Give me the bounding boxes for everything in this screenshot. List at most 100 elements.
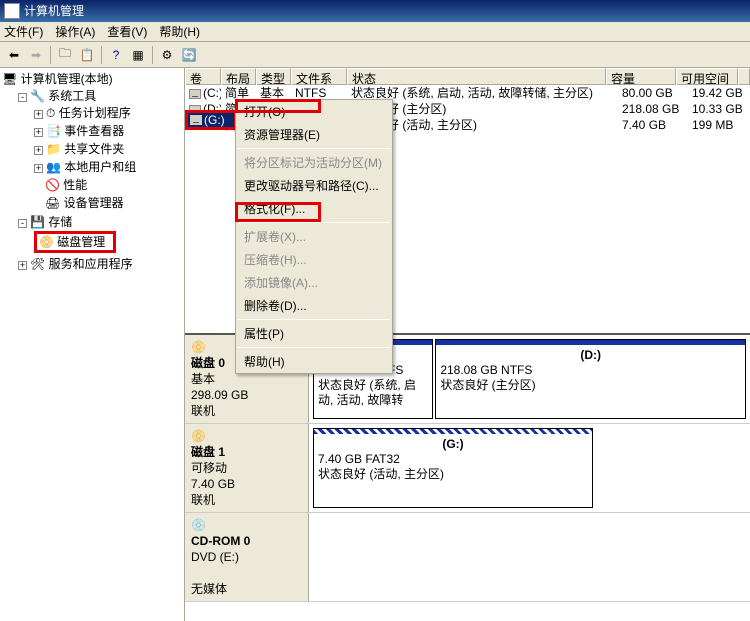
toolbar-sep xyxy=(152,46,153,64)
vol-drive: (G:) xyxy=(204,113,225,127)
disk-size: 298.09 GB xyxy=(191,388,248,402)
list-icon[interactable]: ▦ xyxy=(128,45,148,65)
collapse-icon[interactable]: - xyxy=(18,219,27,228)
tree-label: 本地用户和组 xyxy=(64,160,136,174)
tree-services[interactable]: +🛠 服务和应用程序 xyxy=(18,255,184,273)
props-icon[interactable]: 📋 xyxy=(77,45,97,65)
disk-icon xyxy=(189,89,201,99)
vol-free: 10.33 GB xyxy=(688,101,750,117)
disk-size: 7.40 GB xyxy=(191,477,235,491)
vol-cap: 80.00 GB xyxy=(618,85,688,101)
disk-type: 基本 xyxy=(191,372,215,386)
part-label: (D:) xyxy=(440,348,741,363)
tree-root[interactable]: 🖥 计算机管理(本地) -🔧 系统工具 +⏱ 任务计划程序 +📑 事件查看器 +… xyxy=(2,70,184,274)
tree-tasksched[interactable]: +⏱ 任务计划程序 xyxy=(34,104,184,122)
part-info: 218.08 GB NTFS xyxy=(440,363,741,378)
disk-pane: 📀 磁盘 0 基本 298.09 GB 联机 (C:) 80.00 GB NTF… xyxy=(185,333,750,621)
part-status: 状态良好 (主分区) xyxy=(440,378,741,393)
disk-row: 📀 磁盘 1 可移动 7.40 GB 联机 (G:) 7.40 GB FAT32… xyxy=(185,424,750,513)
expand-icon[interactable]: + xyxy=(18,261,27,270)
ctx-help[interactable]: 帮助(H) xyxy=(236,350,392,373)
vol-free: 19.42 GB xyxy=(688,85,750,101)
col-free[interactable]: 可用空间 xyxy=(676,68,738,85)
col-status[interactable]: 状态 xyxy=(347,68,606,85)
disk-state: 无媒体 xyxy=(191,582,227,596)
tree-shared[interactable]: +📁 共享文件夹 xyxy=(34,140,184,158)
expand-icon[interactable]: + xyxy=(34,164,43,173)
ctx-shrink: 压缩卷(H)... xyxy=(236,248,392,271)
ctx-sep xyxy=(238,148,390,149)
expand-icon[interactable]: + xyxy=(34,146,43,155)
partition-g[interactable]: (G:) 7.40 GB FAT32 状态良好 (活动, 主分区) xyxy=(313,428,593,508)
tree-perf[interactable]: 🚫 性能 xyxy=(34,176,184,194)
ctx-delete[interactable]: 删除卷(D)... xyxy=(236,294,392,317)
part-status: 状态良好 (活动, 主分区) xyxy=(318,467,588,482)
tree-devmgr[interactable]: 🖨 设备管理器 xyxy=(34,194,184,212)
collapse-icon[interactable]: - xyxy=(18,93,27,102)
disk-state: 联机 xyxy=(191,493,215,507)
selected-volume-g[interactable]: (G:) xyxy=(185,110,237,130)
col-layout[interactable]: 布局 xyxy=(221,68,256,85)
partition-d[interactable]: (D:) 218.08 GB NTFS 状态良好 (主分区) xyxy=(435,339,746,419)
tree-systools[interactable]: -🔧 系统工具 +⏱ 任务计划程序 +📑 事件查看器 +📁 共享文件夹 +👥 本… xyxy=(18,87,184,213)
tree-label: 性能 xyxy=(63,178,87,192)
col-extra[interactable] xyxy=(738,68,750,85)
ctx-explorer[interactable]: 资源管理器(E) xyxy=(236,123,392,146)
tree-label: 磁盘管理 xyxy=(57,235,105,249)
tree-label: 事件查看器 xyxy=(64,124,124,138)
tree-storage[interactable]: -💾 存储 📀 磁盘管理 xyxy=(18,213,184,255)
ctx-sep xyxy=(238,347,390,348)
menu-view[interactable]: 查看(V) xyxy=(107,23,147,40)
expand-icon[interactable]: + xyxy=(34,110,43,119)
refresh-icon[interactable]: 🔄 xyxy=(179,45,199,65)
tree-label: 共享文件夹 xyxy=(64,142,124,156)
tree-eventviewer[interactable]: +📑 事件查看器 xyxy=(34,122,184,140)
vol-drive: (C:) xyxy=(185,85,221,101)
col-cap[interactable]: 容量 xyxy=(606,68,676,85)
disk-title: 磁盘 1 xyxy=(191,444,302,460)
ctx-format[interactable]: 格式化(F)... xyxy=(236,197,392,220)
menu-file[interactable]: 文件(F) xyxy=(4,23,43,40)
disk-icon: 📀 xyxy=(191,429,206,443)
toolbar-sep xyxy=(101,46,102,64)
disk-type: 可移动 xyxy=(191,461,227,475)
disk-info[interactable]: 💿 CD-ROM 0 DVD (E:) 无媒体 xyxy=(185,513,309,601)
tree-label: 任务计划程序 xyxy=(59,106,131,120)
ctx-open[interactable]: 打开(O) xyxy=(236,100,392,123)
col-fs[interactable]: 文件系统 xyxy=(291,68,347,85)
menu-bar: 文件(F) 操作(A) 查看(V) 帮助(H) xyxy=(0,22,750,42)
fwd-icon[interactable]: ➡ xyxy=(26,45,46,65)
settings-icon[interactable]: ⚙ xyxy=(157,45,177,65)
app-icon xyxy=(4,3,20,19)
expand-icon[interactable]: + xyxy=(34,128,43,137)
menu-help[interactable]: 帮助(H) xyxy=(159,23,200,40)
col-volume[interactable]: 卷 xyxy=(185,68,221,85)
tree-label: 服务和应用程序 xyxy=(49,257,133,271)
part-topbar xyxy=(314,429,592,434)
disk-info[interactable]: 📀 磁盘 1 可移动 7.40 GB 联机 xyxy=(185,424,309,512)
toolbar-sep xyxy=(50,46,51,64)
vol-cap: 7.40 GB xyxy=(618,117,688,133)
col-type[interactable]: 类型 xyxy=(256,68,291,85)
back-icon[interactable]: ⬅ xyxy=(4,45,24,65)
menu-action[interactable]: 操作(A) xyxy=(55,23,95,40)
disk-parts xyxy=(309,513,750,601)
title-bar: 计算机管理 xyxy=(0,0,750,22)
disk-state: 联机 xyxy=(191,404,215,418)
vol-cap: 218.08 GB xyxy=(618,101,688,117)
ctx-props[interactable]: 属性(P) xyxy=(236,322,392,345)
window-title: 计算机管理 xyxy=(24,0,84,22)
up-icon[interactable]: 🗀 xyxy=(55,45,75,65)
tree-diskmgmt[interactable]: 📀 磁盘管理 xyxy=(34,230,184,254)
ctx-change-path[interactable]: 更改驱动器号和路径(C)... xyxy=(236,174,392,197)
vol-free: 199 MB xyxy=(688,117,750,133)
part-status: 状态良好 (系统, 启动, 活动, 故障转 xyxy=(318,378,428,408)
disk-parts: (G:) 7.40 GB FAT32 状态良好 (活动, 主分区) xyxy=(309,424,750,512)
tree-users[interactable]: +👥 本地用户和组 xyxy=(34,158,184,176)
tree-label: 系统工具 xyxy=(48,89,96,103)
ctx-extend: 扩展卷(X)... xyxy=(236,225,392,248)
help-icon[interactable]: ? xyxy=(106,45,126,65)
tool-bar: ⬅ ➡ 🗀 📋 ? ▦ ⚙ 🔄 xyxy=(0,42,750,68)
volume-header: 卷 布局 类型 文件系统 状态 容量 可用空间 xyxy=(185,68,750,85)
tree-pane: 🖥 计算机管理(本地) -🔧 系统工具 +⏱ 任务计划程序 +📑 事件查看器 +… xyxy=(0,68,185,621)
